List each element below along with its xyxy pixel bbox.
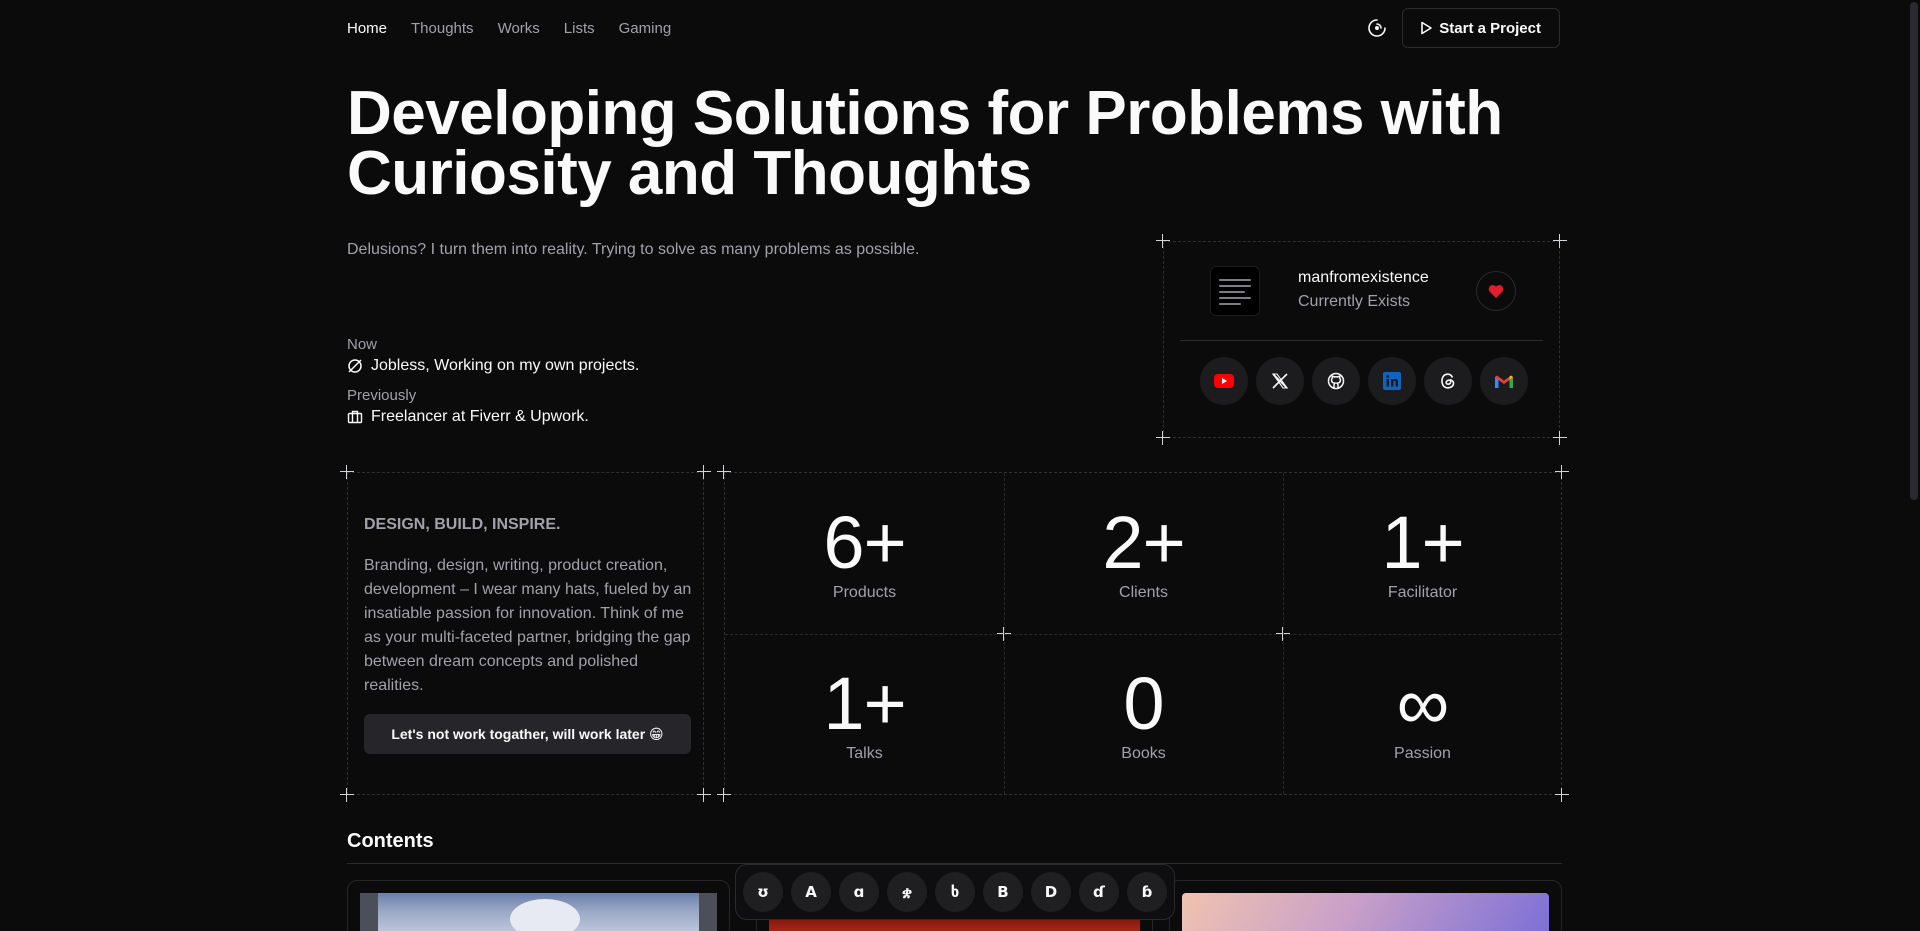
work-later-button[interactable]: Let's not work togather, will work later…	[364, 714, 691, 754]
nav-link-gaming[interactable]: Gaming	[619, 20, 672, 37]
status-section: Now Jobless, Working on my own projects.…	[347, 336, 639, 438]
scrollbar[interactable]	[1908, 0, 1920, 931]
theme-toggle-icon[interactable]	[1366, 17, 1388, 39]
stat-products: 6+ Products	[725, 473, 1004, 634]
threads-icon[interactable]	[1424, 357, 1472, 405]
page: Home Thoughts Works Lists Gaming Start a…	[340, 0, 1569, 931]
stat-value: 1+	[1381, 500, 1464, 584]
stat-value: 0	[1123, 661, 1164, 745]
social-links	[1200, 357, 1528, 405]
now-label: Now	[347, 336, 378, 353]
nav-actions: Start a Project	[1366, 8, 1560, 48]
stat-value: 1+	[823, 661, 906, 745]
dock-item[interactable]: D	[1031, 872, 1071, 912]
about-text: Branding, design, writing, product creat…	[364, 557, 692, 694]
content-card-image	[1182, 893, 1549, 931]
dock-item[interactable]: ხ	[935, 872, 975, 912]
hero-title: Developing Solutions for Problems with C…	[347, 83, 1562, 205]
scrollbar-thumb[interactable]	[1910, 2, 1918, 500]
now-value: Jobless, Working on my own projects.	[371, 357, 640, 374]
github-icon[interactable]	[1312, 357, 1360, 405]
dock-item[interactable]: ɗ	[1079, 872, 1119, 912]
stat-value: 6+	[823, 500, 906, 584]
play-icon	[1421, 21, 1433, 35]
previously-label: Previously	[347, 387, 417, 404]
top-nav: Home Thoughts Works Lists Gaming Start a…	[347, 0, 1562, 56]
corner-plus	[340, 465, 354, 479]
stat-label: Passion	[1394, 744, 1451, 762]
contents-heading: Contents	[347, 830, 434, 852]
heart-button[interactable]	[1476, 271, 1516, 311]
stat-label: Clients	[1119, 583, 1168, 601]
app-dock: ʊ A ɑ ቋ ხ B D ɗ ɓ	[735, 864, 1175, 920]
stat-label: Books	[1121, 744, 1166, 762]
stat-label: Products	[832, 583, 897, 601]
corner-plus	[697, 788, 711, 802]
profile-card: manfromexistence Currently Exists	[1156, 234, 1567, 445]
stat-passion: ∞ Passion	[1283, 634, 1562, 795]
previously-value: Freelancer at Fiverr & Upwork.	[371, 408, 589, 425]
x-icon[interactable]	[1256, 357, 1304, 405]
hero-subtitle: Delusions? I turn them into reality. Try…	[347, 241, 920, 258]
now-row: Jobless, Working on my own projects.	[347, 357, 639, 375]
stat-facilitator: 1+ Facilitator	[1283, 473, 1562, 634]
profile-name: manfromexistence	[1298, 269, 1429, 286]
start-project-button[interactable]: Start a Project	[1402, 8, 1560, 48]
nav-link-thoughts[interactable]: Thoughts	[411, 20, 474, 37]
profile-divider	[1180, 340, 1543, 341]
youtube-icon[interactable]	[1200, 357, 1248, 405]
empty-set-icon	[348, 359, 362, 373]
dock-item[interactable]: ɓ	[1127, 872, 1167, 912]
nav-link-home[interactable]: Home	[347, 20, 387, 37]
hero-title-line-1: Developing Solutions for Problems with	[347, 79, 1503, 148]
nav-link-lists[interactable]: Lists	[564, 20, 595, 37]
stat-label: Talks	[846, 744, 883, 762]
stat-value: 2+	[1102, 500, 1185, 584]
linkedin-icon[interactable]	[1368, 357, 1416, 405]
briefcase-icon	[347, 410, 363, 424]
stat-value: ∞	[1396, 661, 1450, 745]
hero-title-line-2: Curiosity and Thoughts	[347, 139, 1032, 208]
corner-plus	[340, 788, 354, 802]
corner-plus	[1553, 431, 1567, 445]
start-project-label: Start a Project	[1439, 19, 1541, 37]
nav-link-works[interactable]: Works	[498, 20, 540, 37]
stat-label: Facilitator	[1387, 583, 1458, 601]
dock-item[interactable]: ቋ	[887, 872, 927, 912]
content-card-image	[360, 893, 717, 931]
profile-header: manfromexistence Currently Exists	[1164, 242, 1559, 340]
heart-icon	[1488, 284, 1504, 298]
dock-item[interactable]: ɑ	[839, 872, 879, 912]
nav-links: Home Thoughts Works Lists Gaming	[347, 20, 671, 37]
previously-row: Freelancer at Fiverr & Upwork.	[347, 408, 639, 426]
stat-books: 0 Books	[1004, 634, 1283, 795]
dock-item[interactable]: A	[791, 872, 831, 912]
about-box: DESIGN, BUILD, INSPIRE. Branding, design…	[340, 465, 711, 802]
gmail-icon[interactable]	[1480, 357, 1528, 405]
corner-plus	[1156, 431, 1170, 445]
about-tagline: DESIGN, BUILD, INSPIRE.	[364, 516, 561, 533]
stats-grid: 6+ Products 2+ Clients 1+ Facilitator 1+…	[717, 465, 1569, 802]
content-card[interactable]	[347, 880, 730, 931]
profile-status: Currently Exists	[1298, 293, 1411, 310]
corner-plus	[697, 465, 711, 479]
stat-clients: 2+ Clients	[1004, 473, 1283, 634]
stat-talks: 1+ Talks	[725, 634, 1004, 795]
content-card[interactable]	[1169, 880, 1562, 931]
profile-avatar	[1210, 266, 1260, 316]
dock-item[interactable]: B	[983, 872, 1023, 912]
dock-item[interactable]: ʊ	[743, 872, 783, 912]
